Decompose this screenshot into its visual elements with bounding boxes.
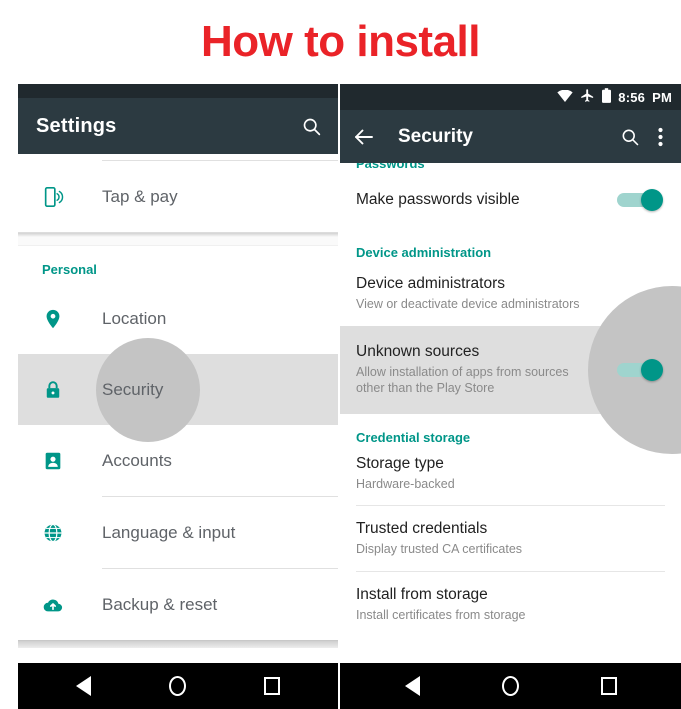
left-toolbar: Settings: [18, 98, 338, 154]
sidebar-item-language-and-input[interactable]: Language & input: [18, 497, 338, 568]
sidebar-item-label: Tap & pay: [102, 186, 178, 206]
left-status-bar: 8:56 PM: [18, 84, 338, 98]
right-status-bar-time: 8:56: [618, 89, 646, 105]
search-icon[interactable]: [301, 116, 322, 137]
sidebar-item-label: Accounts: [102, 450, 172, 470]
banner: How to install: [0, 0, 681, 84]
sidebar-item-label: Backup & reset: [102, 594, 218, 614]
settings-toolbar-title: Settings: [36, 114, 117, 137]
more-vert-icon[interactable]: [658, 127, 663, 147]
list-bottom-edge: [18, 640, 338, 648]
globe-icon: [42, 522, 72, 544]
setting-title: Trusted credentials: [356, 520, 488, 537]
nfc-tap-and-pay-icon: [42, 186, 72, 208]
security-settings-list: Passwords Make passwords visible Device …: [340, 156, 681, 633]
left-status-bar-time: 8:56: [275, 84, 302, 87]
setting-subtitle: Allow installation of apps from sources …: [356, 365, 569, 395]
left-list-top-spacer: [18, 154, 338, 160]
lock-icon: [42, 379, 72, 401]
security-toolbar-title: Security: [398, 125, 473, 147]
recents-square-icon: [264, 677, 280, 695]
right-toolbar: Security: [340, 110, 681, 163]
wifi-icon: [219, 84, 233, 86]
screenshot-root: How to install 8:56 PM: [0, 0, 681, 709]
recents-square-icon: [600, 677, 617, 695]
sidebar-item-label: Location: [102, 308, 167, 328]
setting-row-unknown-sources[interactable]: Unknown sources Allow installation of ap…: [340, 286, 681, 454]
sidebar-item-label: Security: [102, 379, 164, 399]
battery-icon: [602, 88, 612, 106]
setting-title: Install from storage: [356, 586, 488, 603]
right-status-bar-ampm: PM: [652, 89, 672, 105]
right-phone-screenshot: 8:56 PM Security Passwords Make password…: [340, 84, 681, 709]
back-button[interactable]: [76, 676, 91, 696]
setting-subtitle: View or deactivate device administrators: [356, 297, 580, 311]
setting-row-trusted-credentials[interactable]: Trusted credentials Display trusted CA c…: [340, 506, 681, 571]
wifi-icon: [557, 89, 573, 105]
airplane-mode-icon: [580, 88, 595, 106]
section-header-personal: Personal: [18, 246, 338, 283]
settings-list: Tap & pay Personal Location Security Acc…: [18, 161, 338, 648]
section-separator: [18, 232, 338, 246]
setting-title: Storage type: [356, 455, 444, 472]
account-person-icon: [42, 450, 72, 472]
back-triangle-icon: [404, 676, 420, 696]
right-status-bar: 8:56 PM: [340, 84, 681, 110]
setting-subtitle: Install certificates from storage: [356, 608, 526, 622]
left-navigation-bar: [18, 663, 338, 709]
left-phone-screenshot: 8:56 PM Settings Tap & pay Personal: [18, 84, 338, 709]
search-icon[interactable]: [620, 127, 640, 147]
unknown-sources-toggle[interactable]: [617, 358, 663, 381]
left-status-bar-ampm: PM: [309, 84, 329, 87]
setting-title: Make passwords visible: [356, 191, 520, 208]
back-arrow-icon[interactable]: [352, 125, 376, 149]
recents-button[interactable]: [264, 677, 280, 695]
back-button[interactable]: [404, 676, 420, 696]
cloud-upload-icon: [42, 594, 72, 616]
setting-subtitle: Hardware-backed: [356, 477, 455, 491]
sidebar-item-location[interactable]: Location: [18, 283, 338, 354]
back-triangle-icon: [76, 676, 91, 696]
home-circle-icon: [169, 676, 186, 696]
sidebar-item-backup-and-reset[interactable]: Backup & reset: [18, 569, 338, 640]
sidebar-item-tap-and-pay[interactable]: Tap & pay: [18, 161, 338, 232]
airplane-mode-icon: [240, 84, 253, 87]
setting-subtitle: Display trusted CA certificates: [356, 542, 523, 556]
toggle-thumb: [641, 189, 663, 211]
sidebar-item-label: Language & input: [102, 522, 236, 542]
home-circle-icon: [501, 676, 519, 696]
battery-icon: [260, 84, 268, 87]
toggle-thumb: [641, 358, 663, 381]
recents-button[interactable]: [600, 677, 617, 695]
right-navigation-bar: [340, 663, 681, 709]
sidebar-item-security[interactable]: Security: [18, 337, 338, 442]
setting-row-storage-type[interactable]: Storage type Hardware-backed: [340, 449, 681, 505]
left-status-bar-clipped-icons: 8:56 PM: [219, 84, 329, 96]
location-pin-icon: [42, 308, 72, 330]
setting-row-install-from-storage[interactable]: Install from storage Install certificate…: [340, 572, 681, 633]
home-button[interactable]: [501, 676, 519, 696]
make-passwords-visible-toggle[interactable]: [617, 189, 663, 211]
setting-row-make-passwords-visible[interactable]: Make passwords visible: [340, 175, 681, 227]
section-header-device-administration: Device administration: [356, 245, 492, 260]
setting-title: Device administrators: [356, 275, 506, 292]
sidebar-item-accounts[interactable]: Accounts: [18, 425, 338, 496]
setting-title: Unknown sources: [356, 343, 480, 360]
page-title: How to install: [201, 17, 481, 66]
home-button[interactable]: [169, 676, 186, 696]
